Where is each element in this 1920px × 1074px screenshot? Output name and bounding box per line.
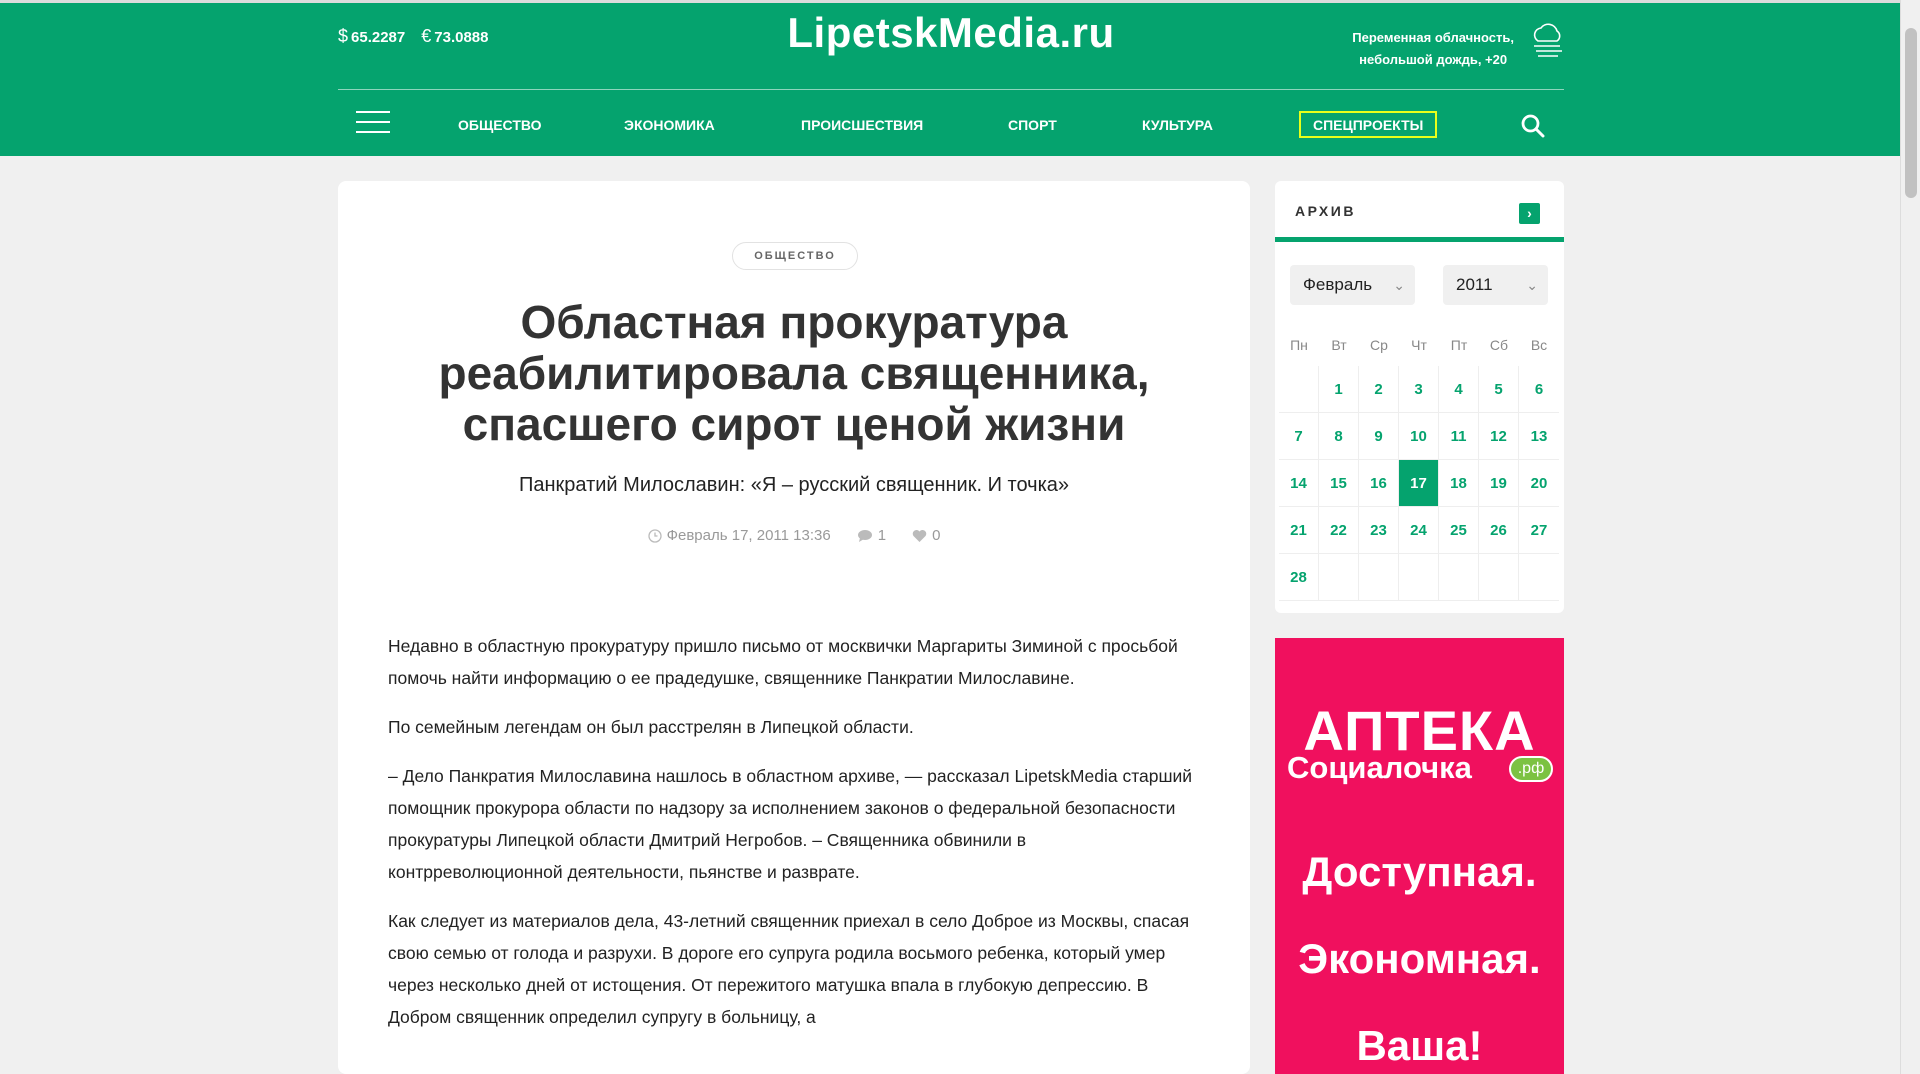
ad-line: Ваша! <box>1356 1022 1483 1069</box>
calendar-day[interactable]: 8 <box>1319 413 1359 460</box>
header-divider <box>338 89 1564 90</box>
comment-icon <box>857 529 872 542</box>
article-likes[interactable]: 0 <box>912 527 940 544</box>
calendar-day[interactable]: 6 <box>1519 366 1559 413</box>
ad-rf-badge: .рф <box>1509 756 1553 782</box>
calendar-empty-cell <box>1359 554 1399 601</box>
article-title: Областная прокуратура реабилитировала св… <box>438 296 1150 450</box>
heart-icon <box>912 529 927 542</box>
weekday-label: Пт <box>1450 337 1468 353</box>
weekday-label: Ср <box>1370 337 1388 353</box>
calendar-day[interactable]: 20 <box>1519 460 1559 507</box>
year-select[interactable]: 2011 ⌄ <box>1443 265 1548 305</box>
calendar-day[interactable]: 9 <box>1359 413 1399 460</box>
calendar-day[interactable]: 26 <box>1479 507 1519 554</box>
article-body: Недавно в областную прокуратуру пришло п… <box>388 630 1198 1050</box>
weekday-label: Пн <box>1290 337 1308 353</box>
weekday-label: Сб <box>1489 337 1509 353</box>
paragraph: По семейным легендам он был расстрелян в… <box>388 717 914 737</box>
calendar-day[interactable]: 10 <box>1399 413 1439 460</box>
calendar-day[interactable]: 2 <box>1359 366 1399 413</box>
calendar-day[interactable]: 23 <box>1359 507 1399 554</box>
calendar-weekdays: Пн Вт Ср Чт Пт Сб Вс <box>1279 324 1560 366</box>
nav-economy[interactable]: Экономика <box>624 117 715 133</box>
paragraph: – Дело Панкратия Милославина нашлось в о… <box>388 766 1193 882</box>
archive-widget: АРХИВ › Февраль ⌄ 2011 ⌄ Пн Вт Ср Чт Пт Сб Вс 1 2 3… <box>1275 181 1564 613</box>
calendar-day[interactable]: 28 <box>1279 554 1319 601</box>
calendar-empty-cell <box>1319 554 1359 601</box>
calendar-day[interactable]: 21 <box>1279 507 1319 554</box>
calendar-empty-cell <box>1279 366 1319 413</box>
ad-subbrand: Социалочка <box>1287 750 1472 785</box>
cloud-rain-icon <box>1533 23 1562 57</box>
weather-text: Переменная облачность, небольшой дождь, … <box>1352 30 1514 67</box>
category-badge[interactable]: ОБЩЕСТВО <box>732 242 858 270</box>
scrollbar-thumb[interactable] <box>1905 28 1917 198</box>
calendar-week: 14 15 16 17 18 19 20 <box>1279 460 1560 507</box>
calendar-day[interactable]: 16 <box>1359 460 1399 507</box>
calendar-day[interactable]: 17 <box>1399 460 1439 507</box>
nav-special-projects[interactable]: Спецпроекты <box>1299 111 1438 138</box>
calendar-day[interactable]: 4 <box>1439 366 1479 413</box>
pharmacy-ad-banner[interactable]: АПТЕКА Социалочка .рф Доступная. Экономн… <box>1275 638 1564 1074</box>
calendar-day[interactable]: 19 <box>1479 460 1519 507</box>
calendar-day[interactable]: 7 <box>1279 413 1319 460</box>
calendar-empty-cell <box>1439 554 1479 601</box>
weekday-label: Вс <box>1530 337 1548 353</box>
calendar-day[interactable]: 1 <box>1319 366 1359 413</box>
calendar-day[interactable]: 13 <box>1519 413 1559 460</box>
calendar-day[interactable]: 12 <box>1479 413 1519 460</box>
calendar-week: 7 8 9 10 11 12 13 <box>1279 413 1560 460</box>
calendar-day[interactable]: 5 <box>1479 366 1519 413</box>
calendar-day[interactable]: 25 <box>1439 507 1479 554</box>
calendar-empty-cell <box>1519 554 1559 601</box>
clock-icon <box>647 528 662 543</box>
article-comments[interactable]: 1 <box>857 527 886 544</box>
nav-sport[interactable]: Спорт <box>1008 117 1057 133</box>
paragraph: Недавно в областную прокуратуру пришло п… <box>388 636 1178 688</box>
site-header: $65.2287 €73.0888 LipetskMedia.ru Переме… <box>0 0 1900 156</box>
article-subtitle: Панкратий Милославин: «Я – русский свяще… <box>519 474 1069 496</box>
calendar-day[interactable]: 24 <box>1399 507 1439 554</box>
weekday-label: Чт <box>1411 337 1427 353</box>
calendar-day[interactable]: 11 <box>1439 413 1479 460</box>
page-scrollbar[interactable] <box>1900 0 1920 1074</box>
menu-icon[interactable] <box>356 111 390 135</box>
calendar-day[interactable]: 22 <box>1319 507 1359 554</box>
calendar-day[interactable]: 27 <box>1519 507 1559 554</box>
main-nav: Общество Экономика Происшествия Спорт Ку… <box>338 93 1564 159</box>
nav-society[interactable]: Общество <box>458 117 542 133</box>
archive-title: АРХИВ <box>1295 203 1356 219</box>
calendar-week: 21 22 23 24 25 26 27 <box>1279 507 1560 554</box>
calendar-empty-cell <box>1479 554 1519 601</box>
month-select[interactable]: Февраль ⌄ <box>1290 265 1415 305</box>
chevron-down-icon: ⌄ <box>1393 277 1405 293</box>
archive-header: АРХИВ › <box>1275 181 1564 242</box>
ad-line: Экономная. <box>1298 935 1541 982</box>
paragraph: Как следует из материалов дела, 43-летни… <box>388 911 1190 1027</box>
search-icon[interactable] <box>1520 113 1546 139</box>
chevron-down-icon: ⌄ <box>1526 277 1538 293</box>
chevron-right-icon[interactable]: › <box>1519 203 1540 224</box>
calendar-empty-cell <box>1399 554 1439 601</box>
calendar-week: 28 <box>1279 554 1560 601</box>
nav-culture[interactable]: Культура <box>1142 117 1213 133</box>
weekday-label: Вт <box>1331 337 1347 353</box>
calendar-day[interactable]: 14 <box>1279 460 1319 507</box>
calendar-day[interactable]: 18 <box>1439 460 1479 507</box>
calendar-week: 123456 <box>1279 366 1560 413</box>
article-card: ОБЩЕСТВО Областная прокуратура реабилити… <box>338 181 1250 1074</box>
ad-line: Доступная. <box>1302 848 1537 895</box>
article-date: Февраль 17, 2011 13:36 <box>647 527 831 544</box>
calendar-day[interactable]: 15 <box>1319 460 1359 507</box>
article-meta: Февраль 17, 2011 13:36 1 0 <box>338 527 1250 544</box>
nav-incidents[interactable]: Происшествия <box>801 117 923 133</box>
calendar-day[interactable]: 3 <box>1399 366 1439 413</box>
calendar-grid: Пн Вт Ср Чт Пт Сб Вс 1 2 3 4 5 6 7 8 9 10 11 12 13 14 15 16 17 1… <box>1279 324 1560 601</box>
